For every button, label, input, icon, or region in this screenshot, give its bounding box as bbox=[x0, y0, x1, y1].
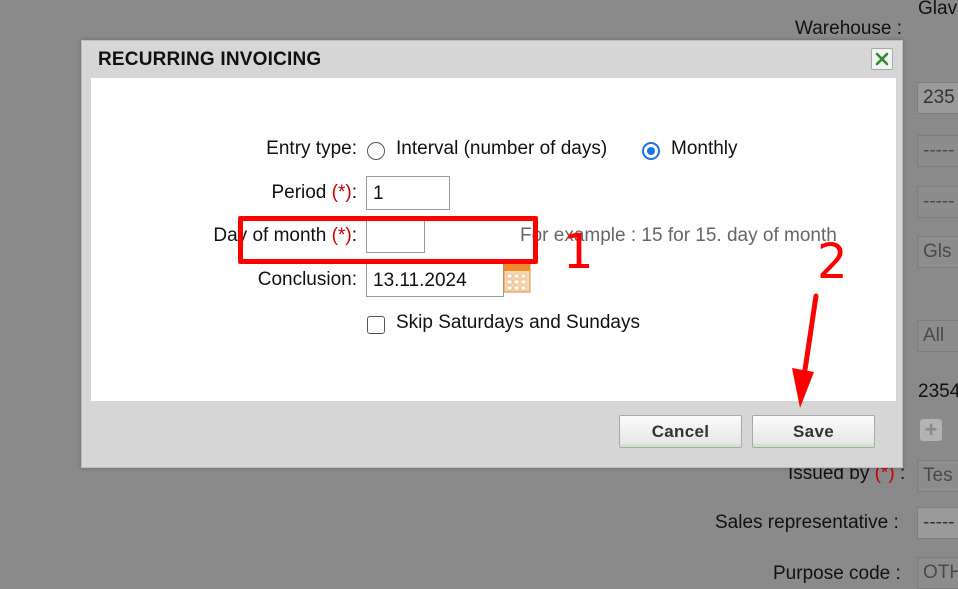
close-button[interactable] bbox=[871, 48, 893, 70]
entry-type-interval-radio[interactable] bbox=[367, 142, 385, 160]
annotation-step-1: 1 bbox=[563, 224, 594, 280]
sales-representative-label: Sales representative : bbox=[715, 512, 899, 533]
background-field-1[interactable]: 235 bbox=[917, 82, 958, 114]
annotation-step-2: 2 bbox=[817, 234, 848, 290]
background-field-3[interactable]: ----- bbox=[917, 186, 958, 218]
purpose-code-field[interactable]: OTH bbox=[917, 557, 958, 589]
background-field-4[interactable]: Gls bbox=[917, 236, 958, 268]
skip-weekends-label[interactable]: Skip Saturdays and Sundays bbox=[396, 312, 640, 334]
conclusion-date-input[interactable]: 13.11.2024 bbox=[366, 263, 504, 297]
purpose-code-label: Purpose code : bbox=[773, 563, 901, 584]
save-button[interactable]: Save bbox=[752, 415, 875, 448]
entry-type-monthly-radio[interactable] bbox=[642, 142, 660, 160]
dialog-title: RECURRING INVOICING bbox=[98, 49, 322, 70]
entry-type-label: Entry type: bbox=[266, 138, 357, 159]
background-field-5[interactable]: All bbox=[917, 320, 958, 352]
period-input[interactable]: 1 bbox=[366, 176, 450, 210]
entry-type-monthly-label[interactable]: Monthly bbox=[671, 138, 738, 160]
period-colon: : bbox=[351, 182, 357, 203]
sales-representative-field[interactable]: ----- bbox=[917, 507, 958, 539]
warehouse-label: Warehouse : bbox=[795, 18, 903, 39]
entry-type-interval-label[interactable]: Interval (number of days) bbox=[396, 138, 607, 160]
cancel-button[interactable]: Cancel bbox=[619, 415, 742, 448]
period-label: Period (*): bbox=[271, 182, 357, 204]
issued-by-field[interactable]: Tes bbox=[917, 460, 958, 492]
background-field-2[interactable]: ----- bbox=[917, 135, 958, 167]
warehouse-value: Glav bbox=[918, 0, 958, 19]
background-number-value: 2354 bbox=[918, 381, 958, 402]
close-icon bbox=[875, 52, 889, 66]
calendar-icon[interactable] bbox=[503, 263, 531, 293]
conclusion-highlight-box bbox=[238, 216, 538, 264]
add-icon[interactable]: + bbox=[920, 419, 942, 441]
conclusion-label: Conclusion: bbox=[257, 269, 357, 290]
period-required-mark: (*) bbox=[331, 182, 352, 203]
annotation-arrow bbox=[792, 293, 819, 408]
skip-weekends-checkbox[interactable] bbox=[367, 316, 385, 334]
period-text: Period bbox=[271, 182, 327, 203]
